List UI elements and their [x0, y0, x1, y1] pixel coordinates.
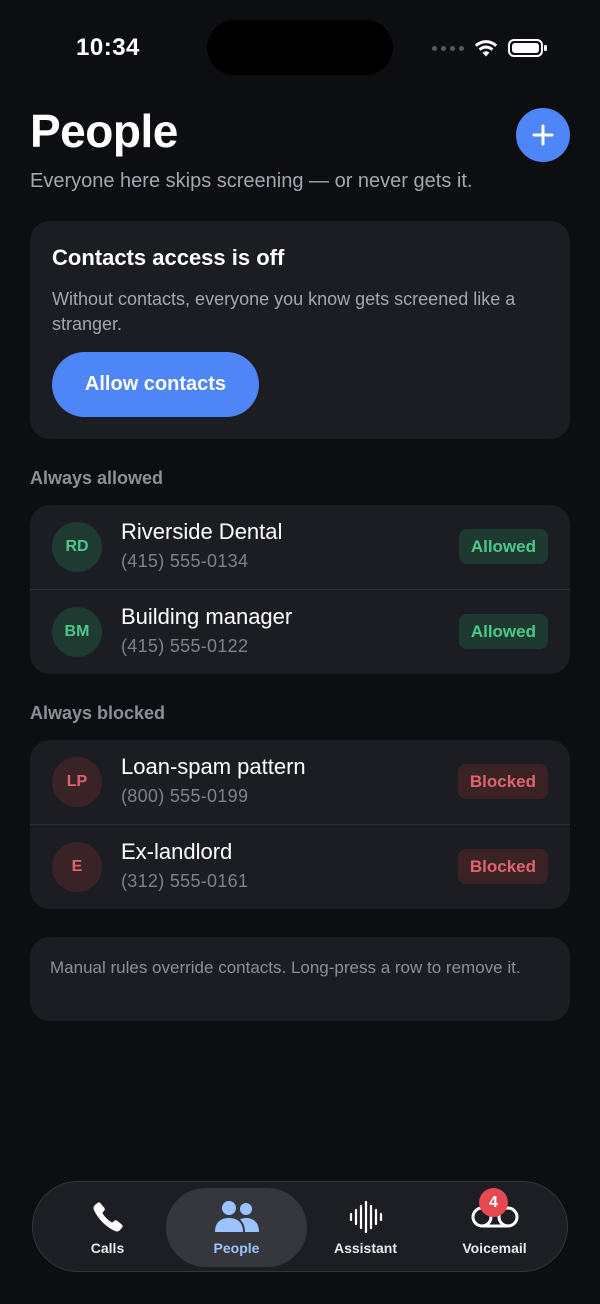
- contact-phone: (312) 555-0161: [121, 871, 249, 891]
- contacts-card-title: Contacts access is off: [52, 245, 285, 270]
- tab-label: Calls: [90, 1240, 125, 1256]
- tab-label: Voicemail: [462, 1240, 527, 1256]
- page-header: People Everyone here skips screening — o…: [30, 104, 570, 192]
- avatar: E: [52, 842, 102, 892]
- note-text: Manual rules override contacts. Long-pre…: [50, 958, 521, 977]
- waveform-icon: [349, 1200, 382, 1234]
- voicemail-count-badge: 4: [479, 1188, 508, 1217]
- contact-name: Loan-spam pattern: [121, 754, 306, 779]
- status-badge: Blocked: [457, 849, 548, 884]
- status-bar: 10:34: [0, 0, 600, 96]
- status-badge: Blocked: [457, 764, 548, 799]
- tab-assistant[interactable]: Assistant: [299, 1188, 432, 1267]
- add-person-button[interactable]: [516, 108, 570, 162]
- battery-icon: [508, 39, 547, 57]
- avatar: LP: [52, 757, 102, 807]
- phone-icon: [92, 1202, 123, 1232]
- contact-phone: (415) 555-0122: [121, 636, 249, 656]
- status-badge: Allowed: [458, 529, 548, 564]
- tab-label: People: [213, 1240, 260, 1256]
- contact-name: Ex-landlord: [121, 839, 233, 864]
- dynamic-island: [207, 20, 393, 75]
- status-time: 10:34: [76, 34, 140, 61]
- people-icon: [214, 1201, 259, 1232]
- allowed-list: RD Riverside Dental (415) 555-0134 Allow…: [30, 505, 570, 674]
- list-item[interactable]: E Ex-landlord (312) 555-0161 Blocked: [30, 825, 570, 909]
- contacts-card-body: Without contacts, everyone you know gets…: [52, 289, 516, 334]
- contact-phone: (415) 555-0134: [121, 551, 249, 571]
- cellular-signal-icon: [432, 45, 464, 51]
- info-note: Manual rules override contacts. Long-pre…: [30, 937, 570, 1021]
- wifi-icon: [474, 40, 498, 57]
- contact-name: Riverside Dental: [121, 519, 283, 544]
- section-label-allowed: Always allowed: [30, 468, 164, 488]
- plus-icon: [532, 124, 554, 146]
- contacts-access-card: Contacts access is off Without contacts,…: [30, 221, 570, 439]
- page-subtitle: Everyone here skips screening — or never…: [30, 170, 473, 192]
- section-label-blocked: Always blocked: [30, 703, 166, 723]
- list-item[interactable]: LP Loan-spam pattern (800) 555-0199 Bloc…: [30, 740, 570, 824]
- tab-label: Assistant: [333, 1240, 398, 1256]
- allow-contacts-button[interactable]: Allow contacts: [52, 352, 259, 417]
- avatar: RD: [52, 522, 102, 572]
- tab-calls[interactable]: Calls: [41, 1188, 174, 1267]
- list-item[interactable]: RD Riverside Dental (415) 555-0134 Allow…: [30, 505, 570, 589]
- status-badge: Allowed: [458, 614, 548, 649]
- tab-people[interactable]: People: [166, 1188, 307, 1267]
- blocked-list: LP Loan-spam pattern (800) 555-0199 Bloc…: [30, 740, 570, 909]
- status-icons: [432, 38, 548, 58]
- contact-phone: (800) 555-0199: [121, 786, 249, 806]
- list-item[interactable]: BM Building manager (415) 555-0122 Allow…: [30, 590, 570, 674]
- avatar: BM: [52, 607, 102, 657]
- page-title: People: [30, 105, 178, 157]
- contact-name: Building manager: [121, 604, 293, 629]
